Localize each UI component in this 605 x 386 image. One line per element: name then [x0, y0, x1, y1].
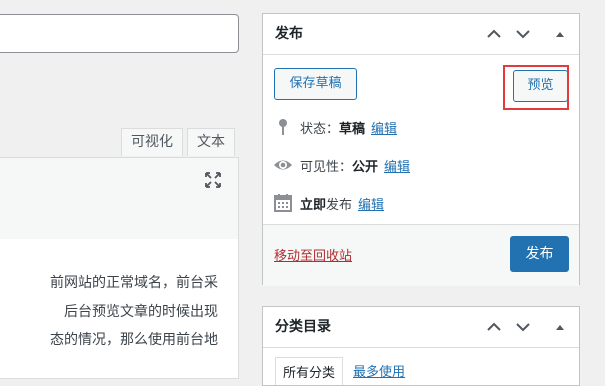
- publish-box-title: 发布: [275, 26, 303, 42]
- preview-highlight-box: [503, 65, 569, 110]
- edit-schedule-link[interactable]: 编辑: [358, 194, 384, 213]
- editor-tabs: 可视化 文本: [121, 128, 235, 156]
- tab-text[interactable]: 文本: [187, 128, 235, 156]
- publish-schedule-row: 立即 发布 编辑: [273, 193, 384, 213]
- category-box: 分类目录 所有分类 最多使用: [262, 306, 580, 386]
- post-title-input[interactable]: [0, 14, 239, 53]
- eye-icon: [273, 155, 293, 175]
- chevron-down-icon[interactable]: [512, 317, 534, 337]
- edit-status-link[interactable]: 编辑: [371, 118, 397, 137]
- publish-button[interactable]: 发布: [510, 236, 569, 272]
- calendar-icon: [273, 193, 293, 213]
- tab-most-used[interactable]: 最多使用: [343, 357, 415, 385]
- content-line: 后台预览文章的时候出现: [64, 304, 218, 320]
- tab-visual[interactable]: 可视化: [121, 128, 183, 156]
- pin-icon: [273, 117, 293, 137]
- move-to-trash-link[interactable]: 移动至回收站: [274, 245, 352, 264]
- visibility-label: 可见性：: [300, 159, 353, 175]
- visibility-value: 公开: [352, 159, 379, 175]
- content-line: 态的情况，那么使用前台地: [50, 332, 218, 348]
- category-box-header: 分类目录: [263, 307, 579, 348]
- category-tabs: 所有分类 最多使用: [275, 357, 415, 385]
- fullscreen-icon[interactable]: [201, 169, 225, 191]
- content-line: 前网站的正常域名，前台采: [50, 275, 218, 291]
- save-draft-button[interactable]: 保存草稿: [274, 68, 357, 100]
- publish-actions: 移动至回收站 发布: [263, 224, 579, 286]
- schedule-suffix: 发布: [326, 197, 353, 213]
- edit-visibility-link[interactable]: 编辑: [384, 156, 410, 175]
- toggle-triangle-icon[interactable]: [549, 24, 571, 44]
- chevron-up-icon[interactable]: [483, 317, 505, 337]
- chevron-up-icon[interactable]: [483, 24, 505, 44]
- status-label: 状态：: [300, 121, 340, 137]
- post-status-row: 状态： 草稿 编辑: [273, 117, 397, 137]
- publish-box: 发布 保存草稿 预览 状态： 草稿 编辑 可见性： 公开 编辑 立即 发布 编辑…: [262, 13, 580, 286]
- status-value: 草稿: [339, 121, 366, 137]
- toggle-triangle-icon[interactable]: [549, 317, 571, 337]
- schedule-value: 立即: [300, 197, 327, 213]
- category-box-title: 分类目录: [275, 319, 331, 335]
- publish-box-header: 发布: [263, 14, 579, 55]
- tab-all-categories[interactable]: 所有分类: [275, 357, 344, 385]
- chevron-down-icon[interactable]: [512, 24, 534, 44]
- visibility-row: 可见性： 公开 编辑: [273, 155, 410, 175]
